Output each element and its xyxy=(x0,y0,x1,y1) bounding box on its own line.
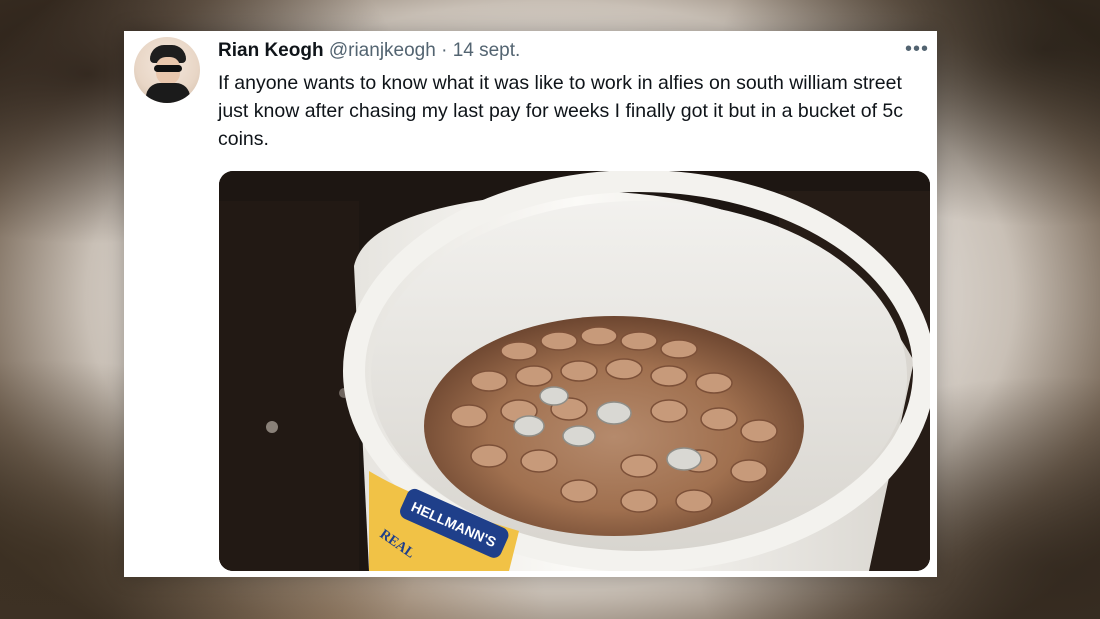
separator-dot: · xyxy=(441,40,448,61)
avatar-sunglasses xyxy=(154,65,182,72)
tweet-text: If anyone wants to know what it was like… xyxy=(218,72,903,150)
avatar-shirt xyxy=(146,83,190,103)
tweet-date[interactable]: 14 sept. xyxy=(453,40,521,61)
bucket-of-coins-photo: HELLMANN'S REAL xyxy=(219,171,930,571)
tweet-card[interactable]: Rian Keogh @rianjkeogh · 14 sept. ••• If… xyxy=(124,31,937,577)
video-frame: Rian Keogh @rianjkeogh · 14 sept. ••• If… xyxy=(0,0,1100,619)
display-name[interactable]: Rian Keogh xyxy=(218,40,324,61)
tweet-header: Rian Keogh @rianjkeogh · 14 sept. xyxy=(218,39,520,63)
tweet-photo[interactable]: HELLMANN'S REAL xyxy=(219,171,930,571)
more-horizontal-icon[interactable]: ••• xyxy=(905,39,929,59)
avatar[interactable] xyxy=(134,37,200,103)
user-handle[interactable]: @rianjkeogh xyxy=(329,40,436,61)
